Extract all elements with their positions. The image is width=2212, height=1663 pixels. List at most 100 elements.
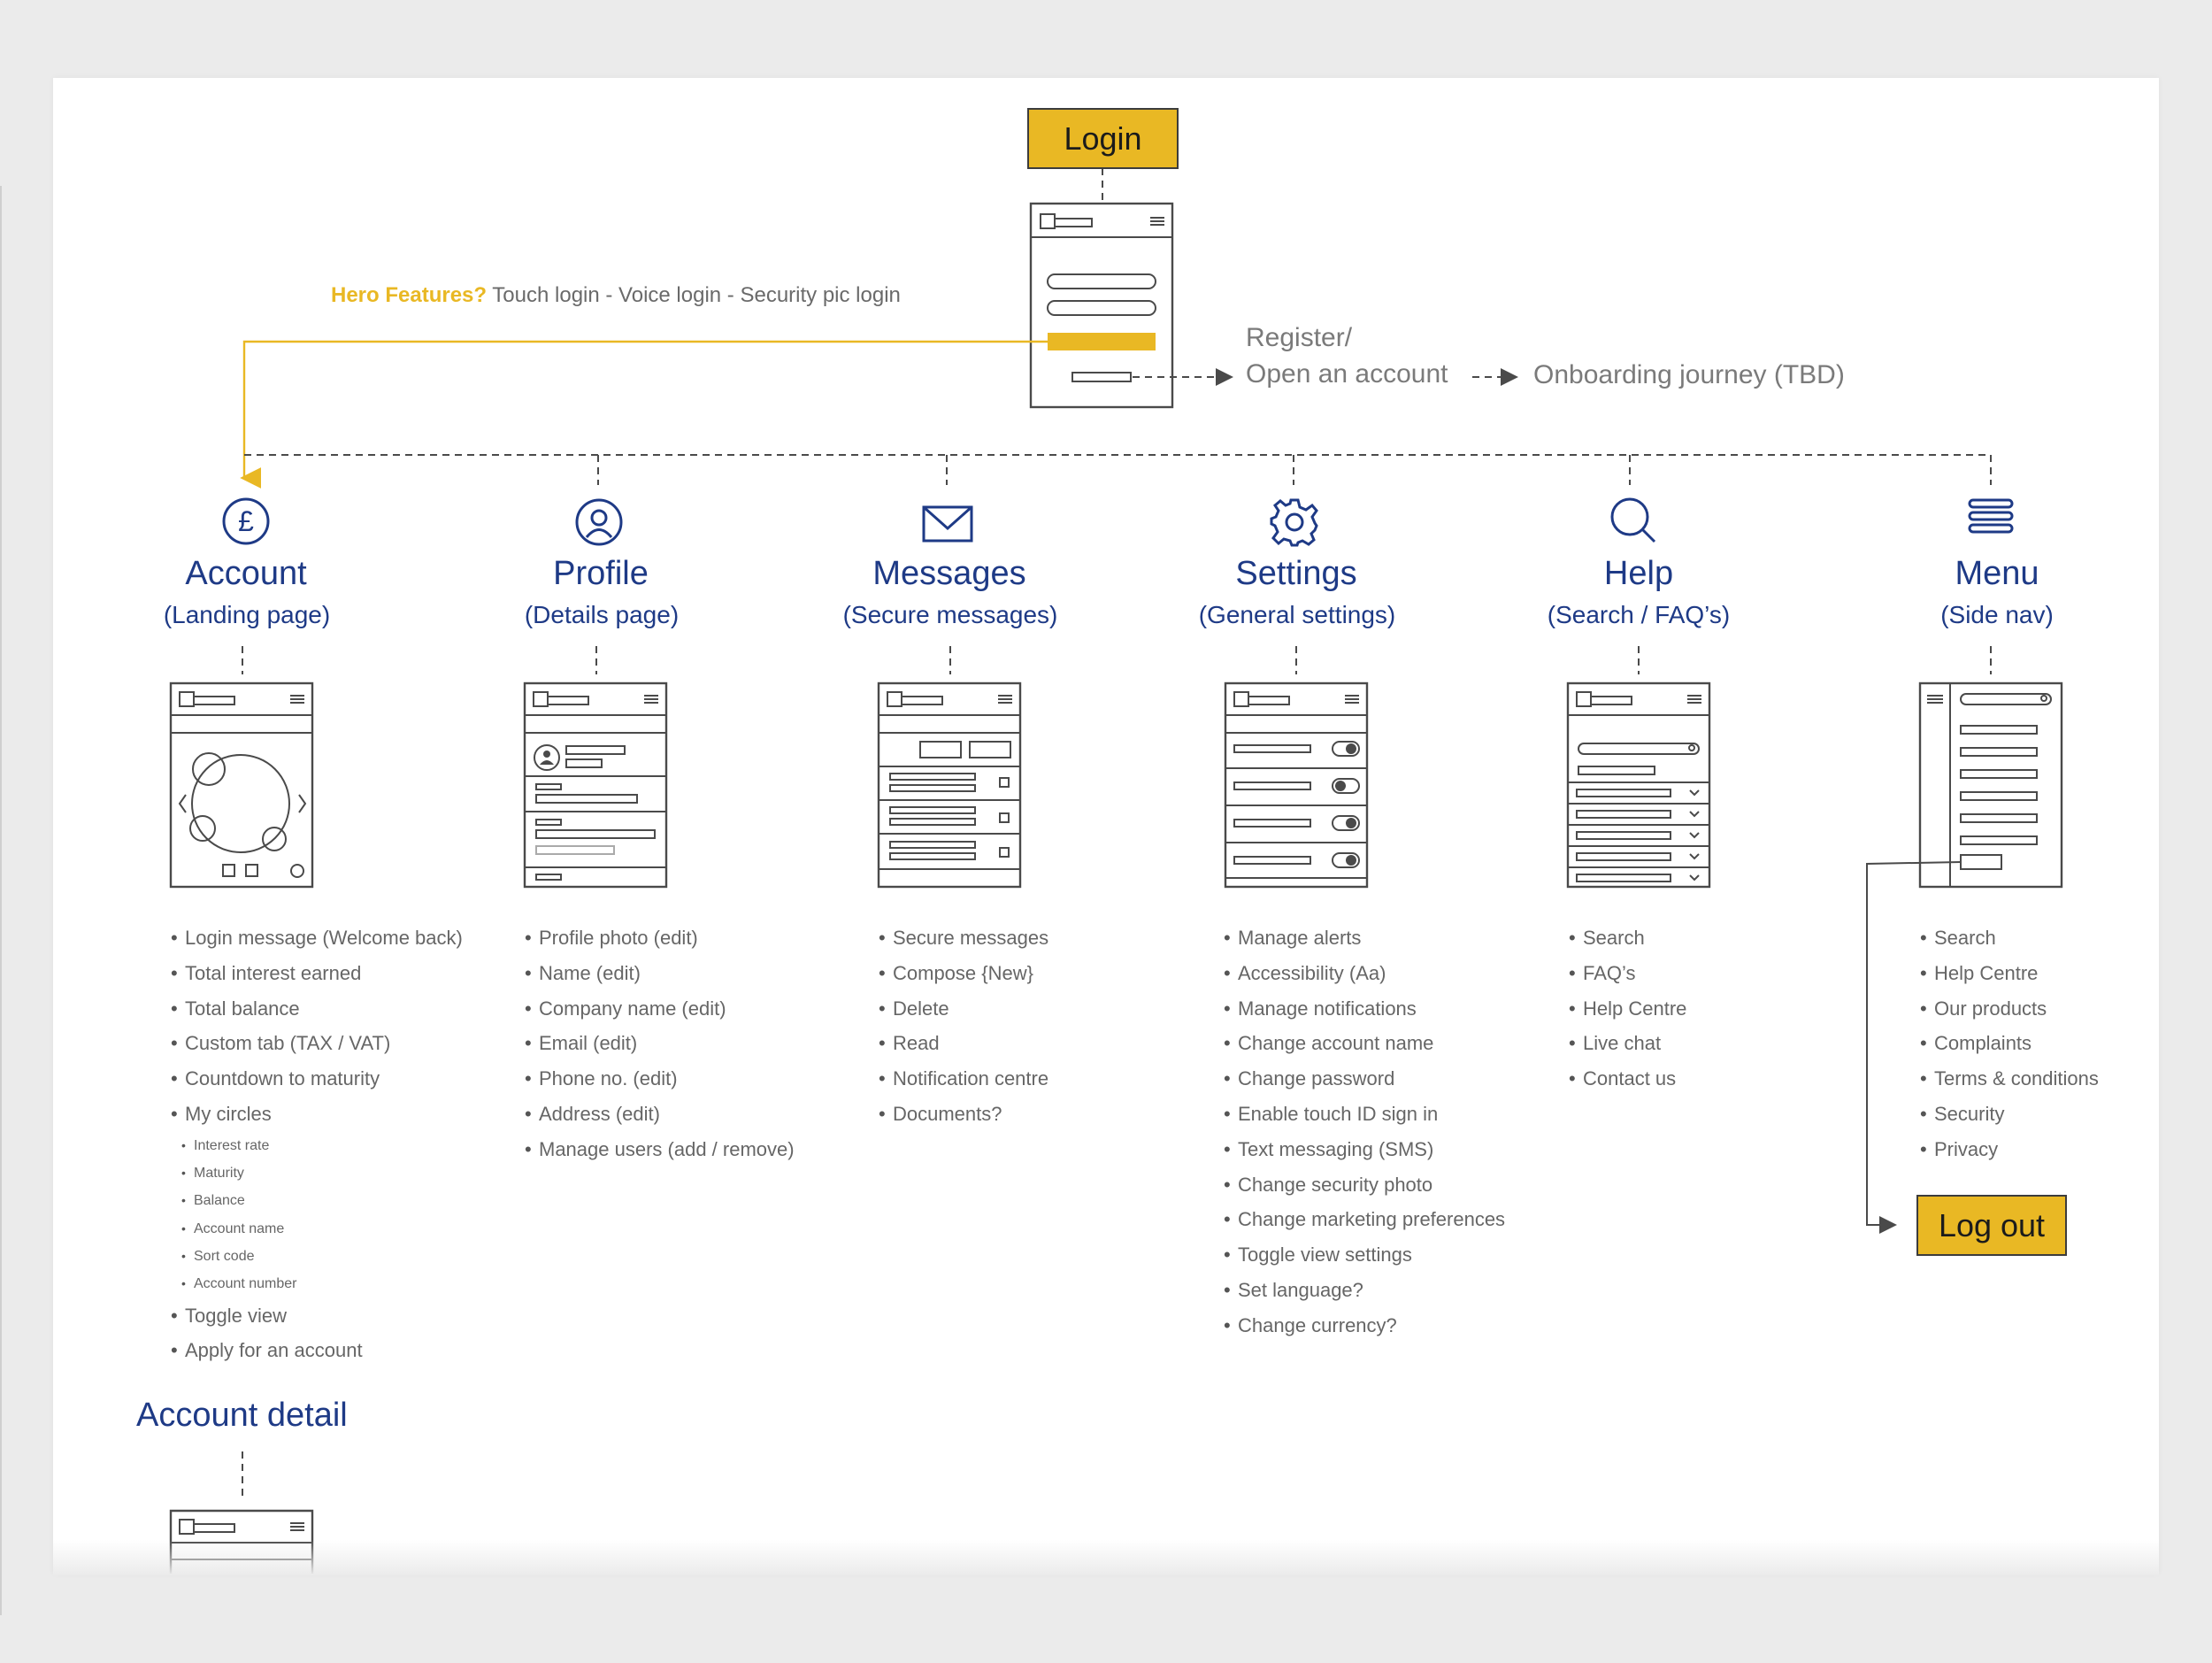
help-wireframe xyxy=(1566,681,1711,889)
profile-wireframe xyxy=(523,681,668,889)
section-subtitle-menu: (Side nav) xyxy=(1940,601,2054,628)
list-item: Total balance xyxy=(171,991,463,1027)
section-title-menu: Menu xyxy=(1955,555,2039,592)
list-item: Total interest earned xyxy=(171,956,463,991)
settings-feature-list: Manage alerts Accessibility (Aa) Manage … xyxy=(1224,920,1505,1343)
account-wireframe xyxy=(169,681,314,889)
list-item: Terms & conditions xyxy=(1920,1061,2099,1097)
register-link-mock xyxy=(1071,372,1132,382)
list-item: Enable touch ID sign in xyxy=(1224,1097,1505,1132)
onboarding-tbd: (TBD) xyxy=(1773,360,1845,389)
messages-feature-list: Secure messages Compose {New} Delete Rea… xyxy=(879,920,1048,1132)
list-item: Read xyxy=(879,1026,1048,1061)
list-item: Email (edit) xyxy=(525,1026,795,1061)
logout-label: Log out xyxy=(1938,1206,2046,1243)
list-item: Live chat xyxy=(1569,1026,1686,1061)
list-item: Documents? xyxy=(879,1097,1048,1132)
section-subtitle-settings: (General settings) xyxy=(1198,601,1396,628)
hero-path xyxy=(240,340,1048,489)
list-item: Accessibility (Aa) xyxy=(1224,956,1505,991)
list-item: Apply for an account xyxy=(171,1333,463,1368)
list-item: Help Centre xyxy=(1569,991,1686,1027)
account-feature-list: Login message (Welcome back) Total inter… xyxy=(171,920,463,1368)
list-item: Change password xyxy=(1224,1061,1505,1097)
list-item: Change currency? xyxy=(1224,1308,1505,1343)
gear-icon xyxy=(1270,498,1318,547)
envelope-icon xyxy=(922,505,973,543)
list-item: Search xyxy=(1569,920,1686,956)
list-item: Complaints xyxy=(1920,1026,2099,1061)
hero-text: Touch login - Voice login - Security pic… xyxy=(492,283,901,307)
login-button-mock xyxy=(1048,333,1156,350)
section-title-help: Help xyxy=(1603,555,1674,592)
list-item: Login message (Welcome back) xyxy=(171,920,463,956)
help-feature-list: Search FAQ’s Help Centre Live chat Conta… xyxy=(1569,920,1686,1097)
login-label: Login xyxy=(1064,119,1142,157)
onboarding-label: Onboarding journey (TBD) xyxy=(1533,360,1845,390)
list-item: Contact us xyxy=(1569,1061,1686,1097)
list-item: Company name (edit) xyxy=(525,991,795,1027)
list-item: My circles xyxy=(171,1097,463,1132)
list-item: Name (edit) xyxy=(525,956,795,991)
password-field-mock xyxy=(1047,300,1156,316)
list-item: FAQ’s xyxy=(1569,956,1686,991)
user-icon xyxy=(575,498,623,546)
register-label-line2: Open an account xyxy=(1246,359,1448,389)
svg-text:£: £ xyxy=(238,505,254,537)
menu-wireframe xyxy=(1918,681,2063,889)
list-item: Delete xyxy=(879,991,1048,1027)
list-item: Change account name xyxy=(1224,1026,1505,1061)
list-item: Custom tab (TAX / VAT) xyxy=(171,1026,463,1061)
messages-wireframe xyxy=(877,681,1022,889)
section-subtitle-account: (Landing page) xyxy=(163,601,331,628)
list-item: Secure messages xyxy=(879,920,1048,956)
hero-features: Hero Features? Touch login - Voice login… xyxy=(331,283,901,308)
search-icon xyxy=(1610,497,1656,543)
list-item: Countdown to maturity xyxy=(171,1061,463,1097)
login-node: Login xyxy=(1027,108,1179,169)
logout-node: Log out xyxy=(1916,1195,2067,1256)
section-connectors xyxy=(242,646,1992,1496)
list-item: Security xyxy=(1920,1097,2099,1132)
pound-icon: £ xyxy=(222,497,270,545)
section-subtitle-messages: (Secure messages) xyxy=(842,601,1058,628)
hamburger-mini-icon xyxy=(1150,217,1164,226)
settings-wireframe xyxy=(1224,681,1369,889)
register-label-line1: Register/ xyxy=(1246,323,1353,352)
sub-list-item: Maturity xyxy=(181,1159,463,1188)
username-field-mock xyxy=(1047,273,1156,289)
hero-label: Hero Features? xyxy=(331,283,488,307)
list-item: Change marketing preferences xyxy=(1224,1202,1505,1237)
list-item: Toggle view settings xyxy=(1224,1237,1505,1273)
list-item: Compose {New} xyxy=(879,956,1048,991)
sub-list-item: Interest rate xyxy=(181,1132,463,1160)
list-item: Profile photo (edit) xyxy=(525,920,795,956)
list-item: Manage notifications xyxy=(1224,991,1505,1027)
list-item: Help Centre xyxy=(1920,956,2099,991)
list-item: Set language? xyxy=(1224,1273,1505,1308)
list-item: Manage users (add / remove) xyxy=(525,1132,795,1167)
canvas-bottom-fade xyxy=(53,1540,2159,1575)
list-item: Text messaging (SMS) xyxy=(1224,1132,1505,1167)
section-title-settings: Settings xyxy=(1235,555,1357,592)
list-item: Search xyxy=(1920,920,2099,956)
hamburger-icon xyxy=(1968,498,2014,534)
list-item: Change security photo xyxy=(1224,1167,1505,1203)
sub-list-item: Account number xyxy=(181,1270,463,1298)
sub-list-item: Balance xyxy=(181,1187,463,1215)
account-detail-title: Account detail xyxy=(136,1397,348,1434)
section-subtitle-profile: (Details page) xyxy=(524,601,680,628)
profile-feature-list: Profile photo (edit) Name (edit) Company… xyxy=(525,920,795,1167)
list-item: Privacy xyxy=(1920,1132,2099,1167)
list-item: Address (edit) xyxy=(525,1097,795,1132)
list-item: Manage alerts xyxy=(1224,920,1505,956)
list-item: Notification centre xyxy=(879,1061,1048,1097)
list-item: Our products xyxy=(1920,991,2099,1027)
sub-list-item: Account name xyxy=(181,1215,463,1243)
section-subtitle-help: (Search / FAQ’s) xyxy=(1547,601,1731,628)
section-title-profile: Profile xyxy=(553,555,649,592)
sub-list-item: Sort code xyxy=(181,1243,463,1271)
onboarding-text: Onboarding journey xyxy=(1533,360,1767,389)
bus-drops xyxy=(597,455,1992,485)
list-item: Toggle view xyxy=(171,1298,463,1334)
